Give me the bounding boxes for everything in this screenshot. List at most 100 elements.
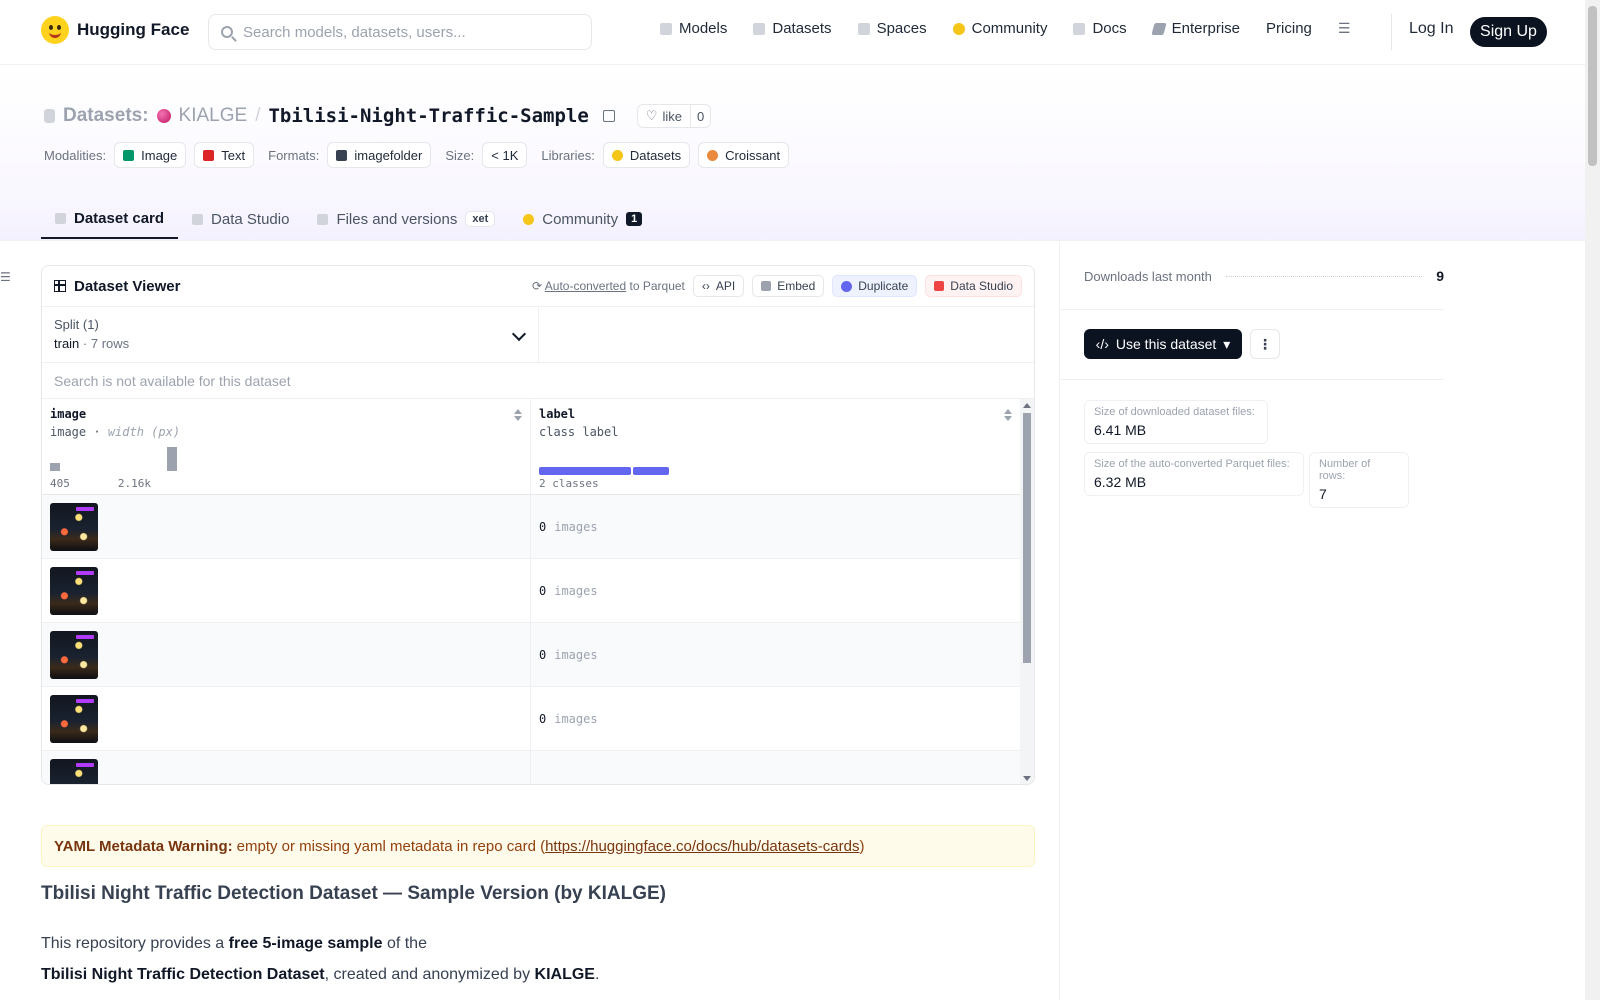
use-this-dataset-button[interactable]: ‹/› Use this dataset ▾ xyxy=(1084,329,1242,359)
grid-icon xyxy=(54,280,66,292)
tag-image[interactable]: Image xyxy=(114,142,187,168)
warning-text: empty or missing yaml metadata in repo c… xyxy=(236,837,546,855)
table-icon xyxy=(192,213,204,225)
modalities-label: Modalities: xyxy=(44,147,107,163)
enterprise-icon xyxy=(1151,22,1167,35)
croissant-icon xyxy=(707,149,719,161)
refresh-icon: ⟳ xyxy=(532,279,545,293)
card-paragraph: Tbilisi Night Traffic Detection Dataset,… xyxy=(41,966,600,983)
repo-type-label[interactable]: Datasets: xyxy=(63,105,149,127)
repo-name[interactable]: Tbilisi-Night-Traffic-Sample xyxy=(268,105,588,127)
dataset-icon xyxy=(44,109,55,123)
like-count: 0 xyxy=(696,108,705,124)
search-not-available: Search is not available for this dataset xyxy=(42,363,1034,399)
table-row[interactable]: 0 images xyxy=(42,687,1034,751)
nav-models[interactable]: Models xyxy=(660,20,727,37)
nav-pricing[interactable]: Pricing xyxy=(1266,20,1312,37)
tag-croissant[interactable]: Croissant xyxy=(698,142,790,168)
main-nav: Models Datasets Spaces Community Docs En… xyxy=(660,20,1356,37)
page-scrollbar-thumb[interactable] xyxy=(1588,6,1597,166)
nav-divider xyxy=(1391,14,1392,50)
column-name: image xyxy=(50,407,87,421)
table-row[interactable] xyxy=(42,751,1034,784)
code-icon: ‹› xyxy=(701,279,710,293)
card-heading: Tbilisi Night Traffic Detection Dataset … xyxy=(41,883,667,904)
class-distribution-bar[interactable] xyxy=(539,467,669,475)
heart-icon: ♡ xyxy=(645,108,658,123)
table-scrollbar[interactable] xyxy=(1020,399,1034,784)
split-select[interactable]: Split (1) train · 7 rows xyxy=(42,307,539,362)
spaces-icon xyxy=(857,22,870,35)
search-icon xyxy=(221,26,233,38)
toc-toggle-icon[interactable]: ☰ xyxy=(0,270,11,284)
tab-data-studio[interactable]: Data Studio xyxy=(178,199,303,239)
split-label: Split (1) xyxy=(54,317,99,332)
histogram-ticks: 405 2.16k xyxy=(50,477,151,490)
tab-files[interactable]: Files and versions xet xyxy=(303,199,509,239)
tag-text[interactable]: Text xyxy=(194,142,255,168)
datasets-icon xyxy=(753,22,766,35)
nav-docs[interactable]: Docs xyxy=(1073,20,1127,37)
hugging-face-emoji-icon xyxy=(41,16,69,44)
downloads-stat: Downloads last month 9 xyxy=(1084,268,1444,284)
more-menu-icon[interactable]: ☰ xyxy=(1338,20,1356,37)
dataset-viewer: Dataset Viewer ⟳ Auto-converted to Parqu… xyxy=(41,265,1035,785)
community-icon xyxy=(523,213,535,225)
folder-icon xyxy=(336,149,348,161)
warning-title: YAML Metadata Warning: xyxy=(54,837,233,855)
sidebar-separator xyxy=(1061,379,1444,380)
page-scrollbar[interactable] xyxy=(1585,0,1600,1000)
downloads-label: Downloads last month xyxy=(1084,268,1212,284)
nav-spaces[interactable]: Spaces xyxy=(857,20,927,37)
image-thumbnail[interactable] xyxy=(50,630,98,679)
image-thumbnail[interactable] xyxy=(50,502,98,551)
chevron-down-icon: ▾ xyxy=(1223,335,1231,352)
column-name: label xyxy=(539,407,576,421)
scroll-down-icon[interactable] xyxy=(1023,776,1031,781)
column-label[interactable]: label class label 2 classes xyxy=(531,399,1021,494)
image-thumbnail[interactable] xyxy=(50,566,98,615)
login-link[interactable]: Log In xyxy=(1409,20,1453,38)
width-histogram[interactable] xyxy=(50,447,190,471)
histogram-bar xyxy=(50,463,60,471)
search-input[interactable]: Search models, datasets, users... xyxy=(208,14,592,50)
tag-size[interactable]: < 1K xyxy=(482,142,528,168)
embed-button[interactable]: Embed xyxy=(752,275,825,297)
data-studio-button[interactable]: Data Studio xyxy=(925,275,1022,297)
table-row[interactable]: 0 images xyxy=(42,559,1034,623)
tab-community[interactable]: Community 1 xyxy=(509,199,656,239)
duplicate-button[interactable]: Duplicate xyxy=(832,275,918,297)
nav-enterprise[interactable]: Enterprise xyxy=(1151,20,1240,37)
datasets-cards-link[interactable]: https://huggingface.co/docs/hub/datasets… xyxy=(545,838,859,855)
image-icon xyxy=(123,149,135,161)
class-bar-segment xyxy=(539,467,631,475)
image-thumbnail[interactable] xyxy=(50,758,98,784)
tab-dataset-card[interactable]: Dataset card xyxy=(41,199,179,239)
scrollbar-thumb[interactable] xyxy=(1023,413,1031,663)
signup-button[interactable]: Sign Up xyxy=(1470,17,1547,47)
downloads-count: 9 xyxy=(1436,268,1444,284)
data-studio-icon xyxy=(934,281,945,291)
api-button[interactable]: ‹› API xyxy=(692,275,745,297)
models-icon xyxy=(660,22,672,35)
nav-datasets[interactable]: Datasets xyxy=(753,20,832,37)
table-row[interactable]: 0 images xyxy=(42,495,1034,559)
auto-converted-link[interactable]: Auto-converted xyxy=(545,279,626,293)
like-label: like xyxy=(662,108,682,124)
repo-org[interactable]: KIALGE xyxy=(179,105,248,127)
code-icon: ‹/› xyxy=(1095,336,1109,352)
nav-community[interactable]: Community xyxy=(952,20,1047,37)
tag-datasets[interactable]: Datasets xyxy=(602,142,691,168)
embed-icon xyxy=(761,281,772,291)
viewer-title: Dataset Viewer xyxy=(54,278,180,295)
like-button[interactable]: ♡ like 0 xyxy=(636,104,712,128)
table-row[interactable]: 0 images xyxy=(42,623,1034,687)
repo-slash: / xyxy=(255,105,261,126)
tag-imagefolder[interactable]: imagefolder xyxy=(327,142,432,168)
scroll-up-icon[interactable] xyxy=(1023,403,1031,408)
column-image[interactable]: image image · width (px) 405 2.16k xyxy=(42,399,531,494)
more-options-button[interactable]: ⋮ xyxy=(1250,329,1280,359)
image-thumbnail[interactable] xyxy=(50,694,98,743)
brand-logo[interactable]: Hugging Face xyxy=(41,16,189,44)
copy-icon[interactable] xyxy=(602,110,615,122)
